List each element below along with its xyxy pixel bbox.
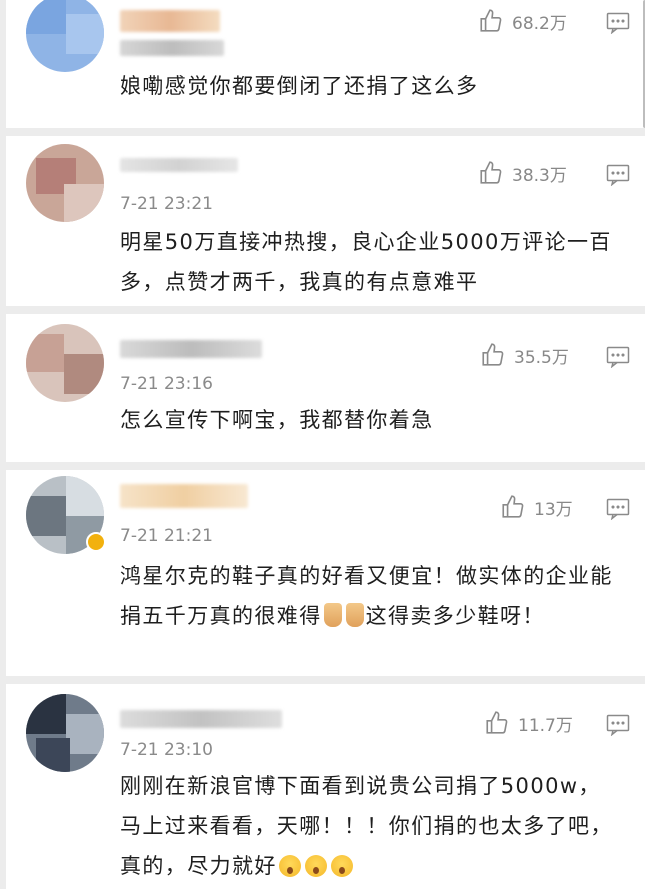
comment-text: 鸿星尔克的鞋子真的好看又便宜！做实体的企业能捐五千万真的很难得 这得卖多少鞋呀！ bbox=[120, 556, 620, 636]
comment-card: 7-21 21:21 13万 鸿星尔克的鞋子真的好看又便宜！做实体的企业能捐五千… bbox=[6, 470, 645, 676]
avatar[interactable] bbox=[26, 694, 104, 772]
like-count: 35.5万 bbox=[514, 347, 569, 368]
thumbs-up-icon bbox=[480, 161, 502, 184]
timestamp-blurred bbox=[120, 40, 224, 56]
like-count: 68.2万 bbox=[512, 13, 567, 34]
like-button[interactable]: 35.5万 bbox=[480, 342, 569, 368]
like-button[interactable]: 68.2万 bbox=[478, 8, 567, 34]
verified-badge-icon bbox=[86, 532, 106, 552]
timestamp: 7-21 23:16 bbox=[120, 374, 213, 394]
thumbs-up-emoji-icon bbox=[323, 603, 342, 627]
username-blurred[interactable] bbox=[120, 484, 248, 508]
avatar[interactable] bbox=[26, 324, 104, 402]
like-count: 38.3万 bbox=[512, 165, 567, 186]
timestamp: 7-21 23:21 bbox=[120, 194, 213, 214]
comment-text: 怎么宣传下啊宝，我都替你着急 bbox=[120, 408, 434, 432]
thumbs-up-icon bbox=[486, 711, 508, 734]
comment-icon[interactable] bbox=[606, 12, 630, 34]
comment-text: 明星50万直接冲热搜，良心企业5000万评论一百多，点赞才两千，我真的有点意难平 bbox=[120, 230, 612, 294]
like-button[interactable]: 11.7万 bbox=[484, 710, 573, 736]
comment-icon[interactable] bbox=[606, 346, 630, 368]
avatar[interactable] bbox=[26, 0, 104, 72]
thumbs-up-icon bbox=[482, 343, 504, 366]
like-count: 11.7万 bbox=[518, 715, 573, 736]
like-button[interactable]: 38.3万 bbox=[478, 160, 567, 186]
comment-text-part: 刚刚在新浪官博下面看到说贵公司捐了5000w，马上过来看看，天哪！！！你们捐的也… bbox=[120, 774, 613, 878]
astonished-emoji-icon bbox=[278, 855, 301, 877]
like-count: 13万 bbox=[534, 499, 573, 520]
astonished-emoji-icon bbox=[330, 855, 353, 877]
comment-card: 7-21 23:10 11.7万 刚刚在新浪官博下面看到说贵公司捐了5000w，… bbox=[6, 684, 645, 889]
comment-icon[interactable] bbox=[606, 164, 630, 186]
comment-icon[interactable] bbox=[606, 498, 630, 520]
thumbs-up-icon bbox=[480, 9, 502, 32]
username-blurred[interactable] bbox=[120, 710, 282, 728]
thumbs-up-icon bbox=[502, 495, 524, 518]
like-button[interactable]: 13万 bbox=[500, 494, 573, 520]
comment-text: 刚刚在新浪官博下面看到说贵公司捐了5000w，马上过来看看，天哪！！！你们捐的也… bbox=[120, 766, 620, 886]
comment-text-part: 这得卖多少鞋呀！ bbox=[365, 604, 545, 628]
comment-icon[interactable] bbox=[606, 714, 630, 736]
comment-card: 7-21 23:16 35.5万 怎么宣传下啊宝，我都替你着急 bbox=[6, 314, 645, 462]
avatar[interactable] bbox=[26, 144, 104, 222]
username-blurred[interactable] bbox=[120, 10, 220, 32]
comment-card: 68.2万 娘嘞感觉你都要倒闭了还捐了这么多 bbox=[6, 0, 645, 128]
comment-text: 娘嘞感觉你都要倒闭了还捐了这么多 bbox=[120, 74, 479, 98]
timestamp: 7-21 21:21 bbox=[120, 526, 213, 546]
astonished-emoji-icon bbox=[304, 855, 327, 877]
timestamp: 7-21 23:10 bbox=[120, 740, 213, 760]
username-blurred[interactable] bbox=[120, 340, 262, 358]
thumbs-up-emoji-icon bbox=[345, 603, 364, 627]
comment-card: 7-21 23:21 38.3万 明星50万直接冲热搜，良心企业5000万评论一… bbox=[6, 136, 645, 306]
username-blurred[interactable] bbox=[120, 158, 238, 172]
